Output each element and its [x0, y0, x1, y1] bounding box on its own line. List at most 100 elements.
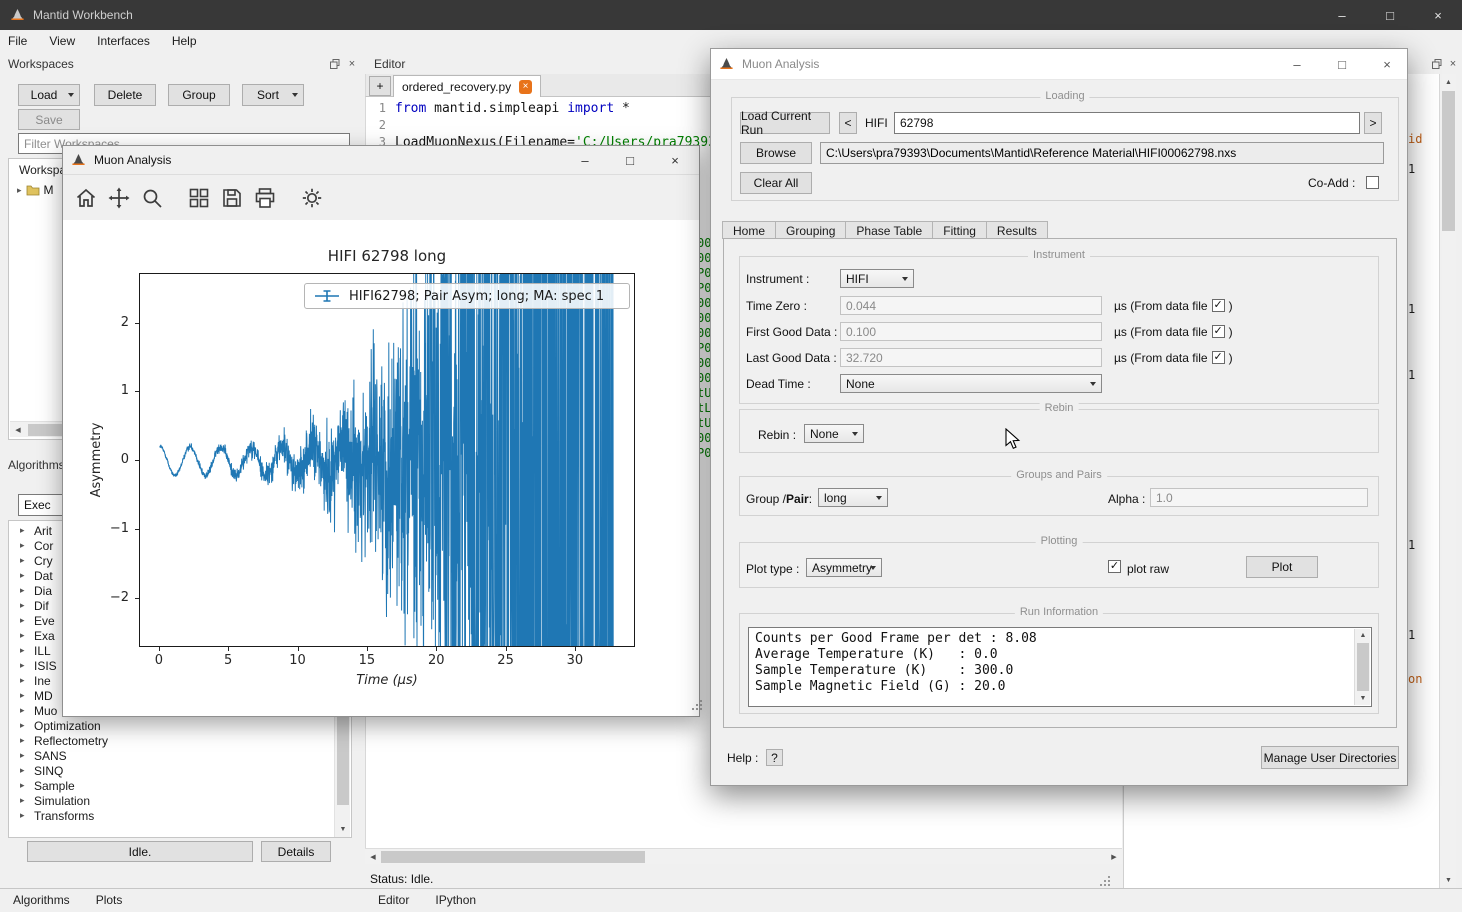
- save-button[interactable]: Save: [18, 109, 80, 130]
- expander-icon[interactable]: ▸: [20, 525, 34, 536]
- expander-icon[interactable]: ▸: [20, 540, 34, 551]
- scroll-down-icon[interactable]: ▼: [336, 822, 350, 836]
- alpha-field[interactable]: 1.0: [1150, 488, 1368, 507]
- expander-icon[interactable]: ▸: [20, 735, 34, 746]
- expander-icon[interactable]: ▸: [17, 185, 22, 196]
- algorithm-category[interactable]: ▸ Simulation: [9, 793, 319, 808]
- editor-hscrollbar[interactable]: ◀ ▶: [365, 848, 1122, 864]
- expander-icon[interactable]: ▸: [20, 570, 34, 581]
- plot-window[interactable]: Muon Analysis – □ × HIFI 62798 long: [62, 145, 700, 717]
- next-run-button[interactable]: >: [1364, 112, 1382, 134]
- first-good-data-field[interactable]: 0.100: [840, 322, 1102, 341]
- expander-icon[interactable]: ▸: [20, 630, 34, 641]
- dock-tab[interactable]: Algorithms: [0, 888, 83, 912]
- time-zero-field[interactable]: 0.044: [840, 296, 1102, 315]
- dialog-tab[interactable]: Results: [986, 221, 1048, 239]
- dead-time-select[interactable]: None: [840, 374, 1102, 393]
- close-tab-icon[interactable]: ×: [519, 80, 532, 94]
- group-button[interactable]: Group: [168, 84, 230, 106]
- algorithm-category[interactable]: ▸ SANS: [9, 748, 319, 763]
- algorithm-category[interactable]: ▸ Transforms: [9, 808, 319, 823]
- dialog-tab[interactable]: Fitting: [932, 221, 987, 239]
- zoom-icon[interactable]: [138, 184, 166, 212]
- previous-run-button[interactable]: <: [839, 112, 857, 134]
- plot-window-titlebar[interactable]: Muon Analysis – □ ×: [63, 146, 699, 175]
- minimize-button[interactable]: –: [568, 146, 602, 174]
- dialog-titlebar[interactable]: Muon Analysis – □ ×: [711, 49, 1407, 80]
- editor-tab[interactable]: ordered_recovery.py ×: [393, 75, 541, 97]
- expander-icon[interactable]: ▸: [20, 795, 34, 806]
- resize-grip[interactable]: [692, 708, 694, 710]
- load-current-run-button[interactable]: Load Current Run: [740, 112, 830, 134]
- close-button[interactable]: ×: [1372, 49, 1402, 79]
- menu-item[interactable]: File: [8, 34, 27, 48]
- scrollbar-thumb[interactable]: [381, 851, 645, 863]
- workspaces-close-icon[interactable]: ×: [345, 57, 359, 71]
- scroll-left-icon[interactable]: ◀: [366, 850, 380, 864]
- help-button[interactable]: ?: [766, 749, 783, 766]
- muon-analysis-dialog[interactable]: Muon Analysis – □ × Loading Load Current…: [710, 48, 1408, 786]
- scroll-down-icon[interactable]: ▼: [1356, 692, 1370, 705]
- dialog-tab[interactable]: Home: [722, 221, 776, 239]
- menu-item[interactable]: Interfaces: [97, 34, 150, 48]
- run-number-input[interactable]: 62798: [894, 112, 1360, 134]
- scrollbar-thumb[interactable]: [1357, 643, 1369, 691]
- workspace-tree-item[interactable]: ▸ M: [17, 183, 54, 197]
- expander-icon[interactable]: ▸: [20, 585, 34, 596]
- plot-axes[interactable]: HIFI62798; Pair Asym; long; MA: spec 1: [139, 273, 635, 647]
- figure-canvas[interactable]: HIFI 62798 long HIFI62798; Pair Asym; lo…: [63, 220, 699, 716]
- scroll-down-icon[interactable]: ▼: [1441, 873, 1456, 887]
- expander-icon[interactable]: ▸: [20, 720, 34, 731]
- expander-icon[interactable]: ▸: [20, 600, 34, 611]
- expander-icon[interactable]: ▸: [20, 675, 34, 686]
- menu-item[interactable]: View: [49, 34, 75, 48]
- from-data-file-checkbox[interactable]: ✓: [1212, 351, 1225, 364]
- menu-item[interactable]: Help: [172, 34, 197, 48]
- plot-type-select[interactable]: Asymmetry: [806, 558, 882, 577]
- scroll-right-icon[interactable]: ▶: [1107, 850, 1121, 864]
- algorithm-category[interactable]: ▸ SINQ: [9, 763, 319, 778]
- scroll-left-icon[interactable]: ◀: [11, 423, 25, 437]
- delete-button[interactable]: Delete: [94, 84, 156, 106]
- last-good-data-field[interactable]: 32.720: [840, 348, 1102, 367]
- messages-vscrollbar[interactable]: ▲ ▼: [1439, 74, 1456, 888]
- expander-icon[interactable]: ▸: [20, 555, 34, 566]
- maximize-button[interactable]: □: [613, 146, 647, 174]
- instrument-select[interactable]: HIFI: [840, 269, 914, 288]
- maximize-button[interactable]: □: [1366, 0, 1414, 30]
- scroll-up-icon[interactable]: ▲: [1356, 629, 1370, 642]
- resize-grip[interactable]: [1100, 884, 1102, 886]
- plot-legend[interactable]: HIFI62798; Pair Asym; long; MA: spec 1: [304, 283, 630, 309]
- expander-icon[interactable]: ▸: [20, 615, 34, 626]
- messages-float-icon[interactable]: [1430, 57, 1444, 71]
- co-add-checkbox[interactable]: [1366, 176, 1379, 189]
- dock-tab[interactable]: Plots: [83, 888, 136, 912]
- algorithm-category[interactable]: ▸ Sample: [9, 778, 319, 793]
- group-pair-select[interactable]: long: [818, 488, 888, 507]
- plot-button[interactable]: Plot: [1246, 556, 1318, 578]
- minimize-button[interactable]: –: [1282, 49, 1312, 79]
- scrollbar-thumb[interactable]: [337, 717, 349, 805]
- run-info-vscrollbar[interactable]: ▲ ▼: [1354, 629, 1370, 705]
- maximize-button[interactable]: □: [1327, 49, 1357, 79]
- expander-icon[interactable]: ▸: [20, 690, 34, 701]
- manage-user-directories-button[interactable]: Manage User Directories: [1261, 746, 1399, 769]
- file-path-field[interactable]: C:\Users\pra79393\Documents\Mantid\Refer…: [820, 142, 1384, 164]
- home-icon[interactable]: [72, 184, 100, 212]
- scrollbar-thumb[interactable]: [1442, 91, 1455, 231]
- clear-all-button[interactable]: Clear All: [740, 172, 812, 194]
- dock-tab[interactable]: IPython: [422, 888, 489, 912]
- details-button[interactable]: Details: [261, 841, 331, 862]
- dock-tab[interactable]: Editor: [365, 888, 422, 912]
- messages-close-icon[interactable]: ×: [1446, 57, 1460, 71]
- customize-gear-icon[interactable]: [298, 184, 326, 212]
- algorithm-category[interactable]: ▸ Optimization: [9, 718, 319, 733]
- subplots-icon[interactable]: [185, 184, 213, 212]
- dialog-tab[interactable]: Grouping: [775, 221, 846, 239]
- dialog-tab[interactable]: Phase Table: [845, 221, 933, 239]
- close-button[interactable]: ×: [658, 146, 692, 174]
- rebin-select[interactable]: None: [804, 424, 864, 443]
- sort-button[interactable]: Sort: [242, 84, 304, 106]
- save-icon[interactable]: [218, 184, 246, 212]
- expander-icon[interactable]: ▸: [20, 810, 34, 821]
